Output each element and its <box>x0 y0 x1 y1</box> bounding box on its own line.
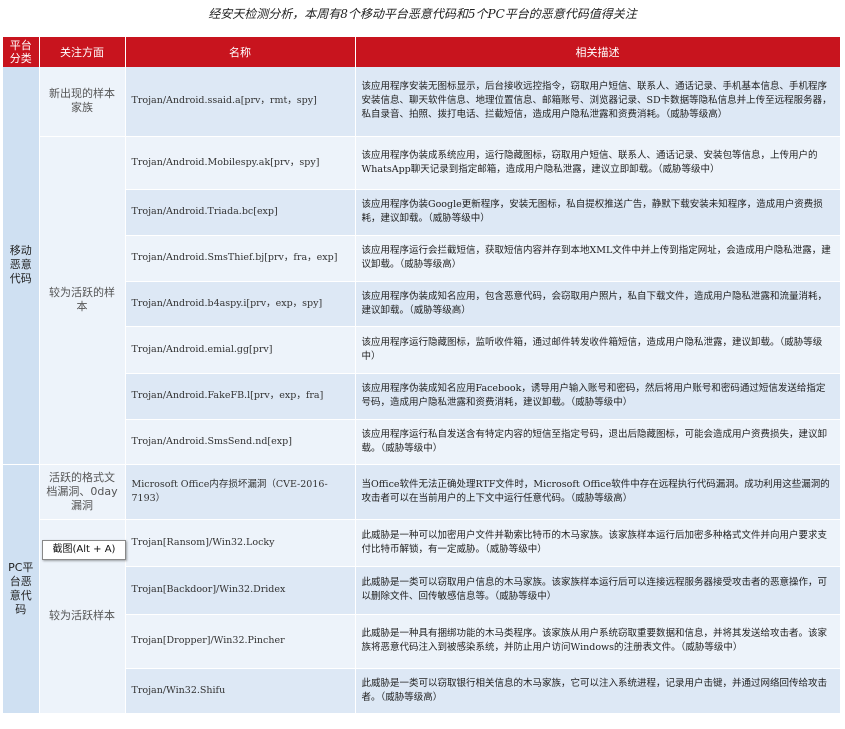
table-row: 较为活跃样本 Trojan[Ransom]/Win32.Locky 此威胁是一种… <box>3 519 841 714</box>
header-platform: 平台分类 <box>3 37 40 67</box>
malware-desc: 此威胁是一类可以窃取银行相关信息的木马家族，它可以注入系统进程，记录用户击键，并… <box>355 668 841 714</box>
malware-name: Trojan[Ransom]/Win32.Locky <box>125 519 356 567</box>
table-row: Trojan/Android.Triada.bc[exp] 该应用程序伪装Goo… <box>3 189 841 236</box>
malware-desc: 该应用程序运行隐藏图标，监听收件箱，通过邮件转发收件箱短信，造成用户隐私泄露，建… <box>355 326 841 374</box>
malware-table: 平台分类 关注方面 名称 相关描述 移动恶意代码 新出现的样本家族 Trojan… <box>3 37 841 714</box>
malware-name: Trojan/Win32.Shifu <box>125 668 356 714</box>
aspect-active-samples: 较为活跃的样本 <box>39 136 126 465</box>
table-row: PC平台恶意代码 活跃的格式文档漏洞、0day漏洞 Microsoft Offi… <box>3 464 841 714</box>
table-row: Trojan/Android.b4aspy.i[prv，exp，spy] 该应用… <box>3 281 841 327</box>
malware-desc: 该应用程序伪装成知名应用Facebook，诱导用户输入账号和密码，然后将用户账号… <box>355 373 841 420</box>
screenshot-tooltip: 截图(Alt + A) <box>42 540 126 560</box>
malware-name: Trojan[Backdoor]/Win32.Dridex <box>125 566 356 615</box>
malware-desc: 该应用程序安装无图标显示，后台接收远控指令，窃取用户短信、联系人、通话记录、手机… <box>355 67 841 137</box>
malware-desc: 该应用程序运行私自发送含有特定内容的短信至指定号码，退出后隐藏图标，可能会造成用… <box>355 419 841 465</box>
header-aspect: 关注方面 <box>39 37 126 67</box>
table-row: Trojan[Backdoor]/Win32.Dridex 此威胁是一类可以窃取… <box>3 566 841 615</box>
aspect-vulnerability: 活跃的格式文档漏洞、0day漏洞 <box>39 464 126 520</box>
malware-name: Trojan/Android.emial.gg[prv] <box>125 326 356 374</box>
malware-name: Trojan/Android.SmsThief.bj[prv，fra，exp] <box>125 235 356 282</box>
malware-desc: 该应用程序运行会拦截短信，获取短信内容并存到本地XML文件中并上传到指定网址，会… <box>355 235 841 282</box>
header-name: 名称 <box>125 37 356 67</box>
table-row: 较为活跃的样本 Trojan/Android.Mobilespy.ak[prv，… <box>3 136 841 465</box>
malware-name: Trojan[Dropper]/Win32.Pincher <box>125 614 356 669</box>
table-header-row: 平台分类 关注方面 名称 相关描述 <box>3 37 841 67</box>
table-row: Trojan/Android.SmsThief.bj[prv，fra，exp] … <box>3 235 841 282</box>
malware-desc: 当Office软件无法正确处理RTF文件时，Microsoft Office软件… <box>355 464 841 520</box>
header-desc: 相关描述 <box>355 37 841 67</box>
malware-name: Trojan/Android.SmsSend.nd[exp] <box>125 419 356 465</box>
malware-name: Trojan/Android.Mobilespy.ak[prv，spy] <box>125 136 356 190</box>
malware-desc: 该应用程序伪装Google更新程序，安装无图标，私自提权推送广告，静默下载安装未… <box>355 189 841 236</box>
malware-desc: 此威胁是一种可以加密用户文件并勒索比特币的木马家族。该家族样本运行后加密多种格式… <box>355 519 841 567</box>
malware-desc: 该应用程序伪装成系统应用，运行隐藏图标，窃取用户短信、联系人、通话记录、安装包等… <box>355 136 841 190</box>
malware-desc: 该应用程序伪装成知名应用，包含恶意代码，会窃取用户照片，私自下载文件，造成用户隐… <box>355 281 841 327</box>
page-title: 经安天检测分析，本周有8个移动平台恶意代码和5个PC平台的恶意代码值得关注 <box>208 7 637 21</box>
table-row: Trojan/Android.FakeFB.l[prv，exp，fra] 该应用… <box>3 373 841 420</box>
table-row: Trojan/Win32.Shifu 此威胁是一类可以窃取银行相关信息的木马家族… <box>3 668 841 714</box>
platform-pc: PC平台恶意代码 <box>3 464 40 714</box>
table-row: Trojan/Android.emial.gg[prv] 该应用程序运行隐藏图标… <box>3 326 841 374</box>
malware-name: Trojan/Android.b4aspy.i[prv，exp，spy] <box>125 281 356 327</box>
malware-name: Microsoft Office内存损坏漏洞（CVE-2016-7193） <box>125 464 356 520</box>
malware-desc: 此威胁是一类可以窃取用户信息的木马家族。该家族样本运行后可以连接远程服务器接受攻… <box>355 566 841 615</box>
platform-mobile: 移动恶意代码 <box>3 67 40 465</box>
malware-name: Trojan/Android.Triada.bc[exp] <box>125 189 356 236</box>
malware-name: Trojan/Android.ssaid.a[prv，rmt，spy] <box>125 67 356 137</box>
malware-desc: 此威胁是一种具有捆绑功能的木马类程序。该家族从用户系统窃取重要数据和信息，并将其… <box>355 614 841 669</box>
aspect-new-family: 新出现的样本家族 <box>39 67 126 137</box>
table-row: 移动恶意代码 新出现的样本家族 Trojan/Android.ssaid.a[p… <box>3 67 841 465</box>
table-row: Trojan[Dropper]/Win32.Pincher 此威胁是一种具有捆绑… <box>3 614 841 669</box>
malware-name: Trojan/Android.FakeFB.l[prv，exp，fra] <box>125 373 356 420</box>
table-row: Trojan/Android.SmsSend.nd[exp] 该应用程序运行私自… <box>3 419 841 465</box>
